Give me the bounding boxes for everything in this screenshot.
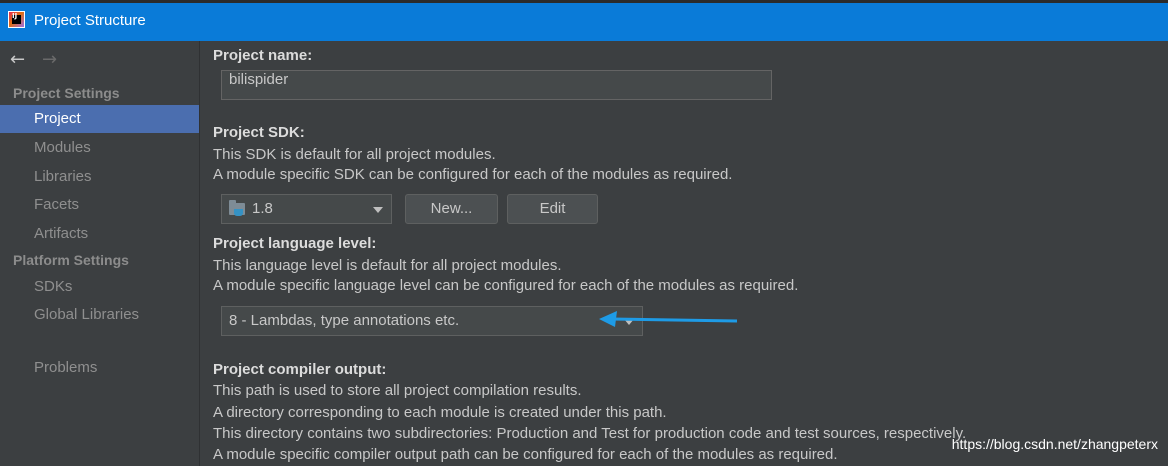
sidebar-item-libraries[interactable]: Libraries: [0, 163, 199, 191]
watermark: https://blog.csdn.net/zhangpeterx: [951, 436, 1158, 452]
arrow-right-icon[interactable]: →: [42, 49, 57, 70]
sidebar-item-global-libraries[interactable]: Global Libraries: [0, 301, 199, 329]
compiler-description-1: This path is used to store all project c…: [213, 382, 582, 399]
sidebar: ← → Project Settings Project Modules Lib…: [0, 41, 200, 466]
title-bar-top-strip: [0, 0, 1168, 3]
arrow-left-icon[interactable]: ←: [10, 49, 25, 70]
sidebar-item-project[interactable]: Project: [0, 105, 199, 133]
compiler-output-label: Project compiler output:: [213, 361, 387, 378]
main-panel: Project name: bilispider Project SDK: Th…: [201, 41, 1168, 466]
intellij-icon: IJ: [8, 11, 25, 28]
annotation-arrow: [599, 311, 738, 327]
section-header-project-settings: Project Settings: [13, 85, 120, 101]
compiler-description-2: A directory corresponding to each module…: [213, 404, 667, 421]
compiler-description-4: A module specific compiler output path c…: [213, 446, 838, 463]
compiler-description-3: This directory contains two subdirectori…: [213, 425, 967, 442]
sidebar-item-problems[interactable]: Problems: [0, 354, 199, 382]
window-title: Project Structure: [34, 12, 146, 29]
section-header-platform-settings: Platform Settings: [13, 252, 129, 268]
sidebar-item-sdks[interactable]: SDKs: [0, 273, 199, 301]
sidebar-item-artifacts[interactable]: Artifacts: [0, 220, 199, 248]
title-bar: IJ Project Structure: [0, 0, 1168, 41]
sidebar-item-modules[interactable]: Modules: [0, 134, 199, 162]
sidebar-item-facets[interactable]: Facets: [0, 191, 199, 219]
